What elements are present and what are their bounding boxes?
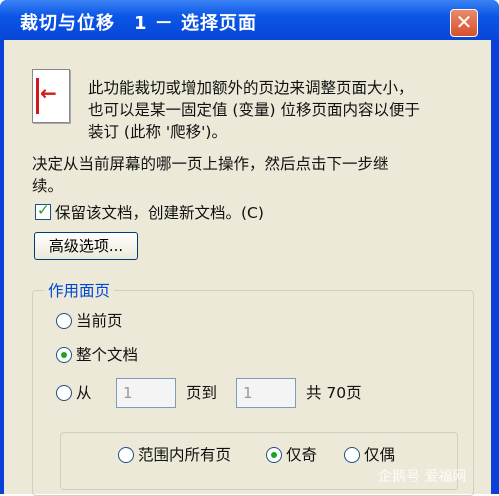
from-page-input[interactable]: 1 (116, 378, 176, 408)
all-pages-label[interactable]: 范围内所有页 (138, 443, 231, 465)
margin-bar-icon-part (36, 78, 39, 114)
title-bar[interactable]: 裁切与位移 1 － 选择页面 ✕ (0, 0, 499, 40)
check-mark-icon: ✓ (37, 201, 50, 219)
odd-only-radio[interactable] (266, 447, 282, 463)
even-only-label[interactable]: 仅偶 (364, 443, 395, 465)
description-line-1: 此功能裁切或增加额外的页边来调整页面大小， (88, 79, 414, 97)
dialog-title: 裁切与位移 1 － 选择页面 (20, 13, 258, 34)
even-only-radio[interactable] (344, 447, 360, 463)
all-pages-radio[interactable] (118, 447, 134, 463)
current-page-radio[interactable] (56, 313, 72, 329)
description-line-3: 装订 (此称 '爬移')。 (88, 123, 227, 141)
to-label: 页到 (186, 384, 218, 402)
instruction-line-1: 决定从当前屏幕的哪一页上操作，然后点击下一步继 (32, 155, 389, 173)
watermark: 企鹅号 爱福网 (378, 469, 467, 485)
current-page-label[interactable]: 当前页 (76, 309, 123, 331)
radio-selected-dot (61, 352, 67, 358)
keep-document-checkbox[interactable]: ✓ (35, 201, 51, 220)
left-arrow-icon: ← (40, 81, 57, 105)
whole-document-label[interactable]: 整个文档 (76, 343, 138, 365)
crop-shift-icon: ← (32, 69, 70, 123)
instruction-line-2: 续。 (32, 177, 64, 195)
from-page-value: 1 (123, 384, 133, 402)
advanced-options-button[interactable]: 高级选项... (34, 232, 138, 260)
description-line-2: 也可以是某一固定值 (变量) 位移页面内容以便于 (88, 101, 420, 119)
whole-document-radio[interactable] (56, 347, 72, 363)
total-pages-label: 共 70页 (306, 384, 362, 402)
scope-group-title: 作用面页 (44, 279, 115, 301)
radio-selected-dot (271, 452, 277, 458)
to-page-value: 1 (243, 384, 253, 402)
odd-only-label[interactable]: 仅奇 (286, 443, 317, 465)
close-button[interactable]: ✕ (450, 9, 478, 37)
keep-document-label[interactable]: 保留该文档，创建新文档。(C) (55, 201, 264, 223)
page-range-radio[interactable] (56, 385, 72, 401)
from-label[interactable]: 从 (76, 381, 92, 403)
to-page-input[interactable]: 1 (236, 378, 296, 408)
